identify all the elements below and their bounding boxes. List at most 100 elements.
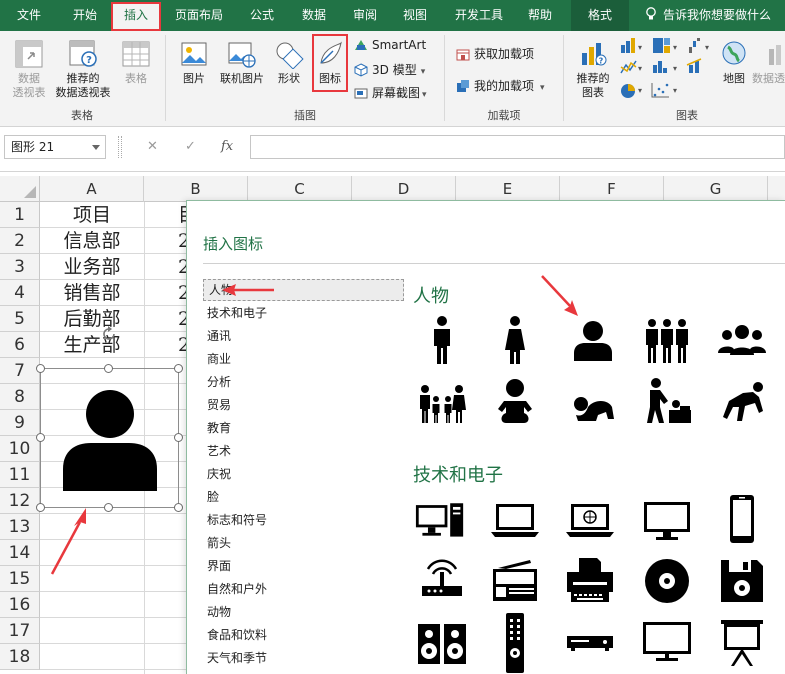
category-item[interactable]: 箭头 <box>207 534 231 551</box>
resize-handle-n[interactable] <box>104 364 113 373</box>
smartphone-icon[interactable] <box>717 494 767 544</box>
tab-format[interactable]: 格式 <box>571 0 629 31</box>
user-icon[interactable] <box>568 315 618 365</box>
man-icon[interactable] <box>417 315 467 365</box>
row-header-1[interactable]: 1 <box>0 202 40 228</box>
projector-screen-icon[interactable] <box>717 618 767 668</box>
laptop-icon[interactable] <box>490 494 540 544</box>
woman-icon[interactable] <box>490 315 540 365</box>
chevron-down-icon[interactable] <box>92 145 100 150</box>
category-item[interactable]: 通讯 <box>207 327 231 344</box>
monitor-icon[interactable] <box>642 494 692 544</box>
crawling-person-icon[interactable] <box>717 377 767 427</box>
category-item[interactable]: 脸 <box>207 488 219 505</box>
category-item[interactable]: 天气和季节 <box>207 649 267 666</box>
disc-icon[interactable] <box>642 556 692 606</box>
row-header-18[interactable]: 18 <box>0 644 40 670</box>
desktop-pc-icon[interactable] <box>415 494 465 544</box>
cell-a6[interactable]: 生产部 <box>40 332 144 358</box>
resize-handle-e[interactable] <box>174 433 183 442</box>
screenshot-button[interactable]: 屏幕截图 ▾ <box>354 84 427 101</box>
tab-file[interactable]: 文件 <box>6 0 52 31</box>
smartart-button[interactable]: SmartArt <box>354 38 426 52</box>
team-icon[interactable] <box>717 315 767 365</box>
row-header-16[interactable]: 16 <box>0 592 40 618</box>
row-header-9[interactable]: 9 <box>0 410 40 436</box>
category-item[interactable]: 标志和符号 <box>207 511 267 528</box>
insert-function-icon[interactable]: fx <box>221 139 233 154</box>
floppy-disk-icon[interactable] <box>717 556 767 606</box>
tv-icon[interactable] <box>642 618 692 668</box>
name-box[interactable]: 图形 21 <box>4 135 106 159</box>
chart-type-gallery[interactable]: ▾ ▾ ▾ ▾ ▾ ▾ ▾ <box>619 35 719 103</box>
column-header-f[interactable]: F <box>560 176 664 202</box>
category-item[interactable]: 商业 <box>207 350 231 367</box>
resize-handle-ne[interactable] <box>174 364 183 373</box>
row-header-2[interactable]: 2 <box>0 228 40 254</box>
cell-a1[interactable]: 项目 <box>40 202 144 228</box>
category-item[interactable]: 技术和电子 <box>207 304 267 321</box>
printer-icon[interactable] <box>565 556 615 606</box>
category-item[interactable]: 食品和饮料 <box>207 626 267 643</box>
cell-a5[interactable]: 后勤部 <box>40 306 144 332</box>
category-item[interactable]: 分析 <box>207 373 231 390</box>
diaper-change-icon[interactable] <box>642 377 692 427</box>
column-header-d[interactable]: D <box>352 176 456 202</box>
select-all-corner[interactable] <box>0 176 40 202</box>
recommended-pivot-button[interactable]: ? 推荐的 数据透视表 <box>52 39 114 100</box>
column-header-b[interactable]: B <box>144 176 248 202</box>
tab-home[interactable]: 开始 <box>60 0 110 31</box>
row-header-10[interactable]: 10 <box>0 436 40 462</box>
tab-help[interactable]: 帮助 <box>518 0 562 31</box>
resize-handle-se[interactable] <box>174 503 183 512</box>
row-header-13[interactable]: 13 <box>0 514 40 540</box>
category-item[interactable]: 动物 <box>207 603 231 620</box>
radio-icon[interactable] <box>490 556 540 606</box>
speakers-icon[interactable] <box>417 618 467 668</box>
category-item[interactable]: 贸易 <box>207 396 231 413</box>
row-header-11[interactable]: 11 <box>0 462 40 488</box>
family-icon[interactable] <box>417 377 467 427</box>
tab-developer[interactable]: 开发工具 <box>446 0 512 31</box>
column-header-a[interactable]: A <box>40 176 144 202</box>
category-item[interactable]: 界面 <box>207 557 231 574</box>
category-item[interactable]: 自然和户外 <box>207 580 267 597</box>
crawling-baby-icon[interactable] <box>568 377 618 427</box>
splitter-handle[interactable] <box>118 136 122 158</box>
baby-icon[interactable] <box>490 377 540 427</box>
row-header-17[interactable]: 17 <box>0 618 40 644</box>
3d-model-button[interactable]: 3D 模型 ▾ <box>354 61 425 78</box>
selected-user-icon-graphic[interactable] <box>40 368 179 508</box>
rotate-handle-icon[interactable] <box>100 325 118 343</box>
row-header-12[interactable]: 12 <box>0 488 40 514</box>
enter-icon[interactable]: ✓ <box>185 139 196 154</box>
row-header-3[interactable]: 3 <box>0 254 40 280</box>
tab-formulas[interactable]: 公式 <box>240 0 284 31</box>
tell-me-search[interactable]: 告诉我你想要做什么 <box>645 0 771 31</box>
row-header-6[interactable]: 6 <box>0 332 40 358</box>
pivot-table-button[interactable]: 数据 透视表 <box>6 39 52 100</box>
resize-handle-sw[interactable] <box>36 503 45 512</box>
column-header-c[interactable]: C <box>248 176 352 202</box>
table-button[interactable]: 表格 <box>116 39 156 86</box>
pivot-chart-button[interactable]: 数据透 <box>752 39 785 86</box>
row-header-8[interactable]: 8 <box>0 384 40 410</box>
map-button[interactable]: 地图 <box>718 39 750 86</box>
shapes-button[interactable]: 形状 <box>270 39 308 86</box>
row-header-7[interactable]: 7 <box>0 358 40 384</box>
column-header-g[interactable]: G <box>664 176 768 202</box>
remote-icon[interactable] <box>490 613 540 673</box>
tab-page-layout[interactable]: 页面布局 <box>167 0 231 31</box>
get-addins-button[interactable]: 获取加载项 <box>456 45 534 62</box>
dvd-player-icon[interactable] <box>565 618 615 668</box>
row-header-15[interactable]: 15 <box>0 566 40 592</box>
tab-insert[interactable]: 插入 <box>111 2 161 31</box>
my-addins-button[interactable]: 我的加载项 ▾ <box>456 77 545 94</box>
row-header-5[interactable]: 5 <box>0 306 40 332</box>
column-header-e[interactable]: E <box>456 176 560 202</box>
recommended-charts-button[interactable]: ? 推荐的 图表 <box>568 39 618 100</box>
category-item[interactable]: 艺术 <box>207 442 231 459</box>
resize-handle-nw[interactable] <box>36 364 45 373</box>
category-item[interactable]: 教育 <box>207 419 231 436</box>
cell-a4[interactable]: 销售部 <box>40 280 144 306</box>
